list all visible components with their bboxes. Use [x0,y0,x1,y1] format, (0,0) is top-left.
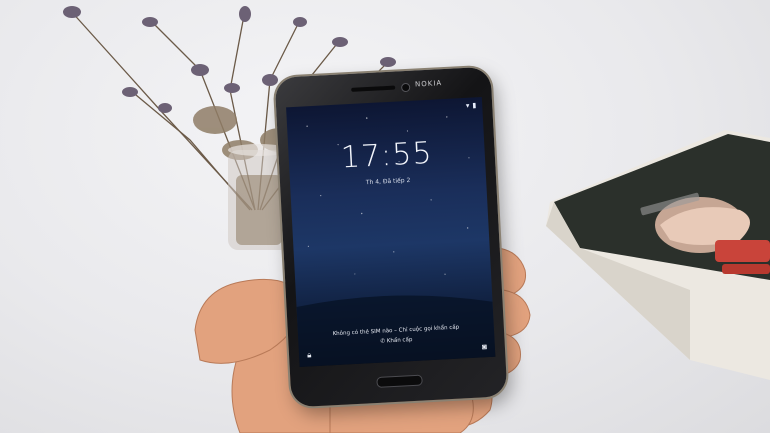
photo-scene: NOKIA ▾ ▮ 17:55 Th 4, Đã tiếp 2 Không có… [0,0,770,433]
status-bar: ▾ ▮ [466,101,477,110]
brand-logo: NOKIA [414,79,443,89]
camera-icon[interactable]: ◙ [482,342,487,351]
smartphone: NOKIA ▾ ▮ 17:55 Th 4, Đã tiếp 2 Không có… [274,66,508,408]
wifi-icon: ▾ [465,102,470,110]
battery-icon: ▮ [472,102,477,110]
front-camera [400,82,411,93]
home-button[interactable] [376,374,423,388]
earpiece-speaker [351,85,396,92]
lock-screen[interactable]: ▾ ▮ 17:55 Th 4, Đã tiếp 2 Không có thẻ S… [286,97,496,367]
lock-icon[interactable]: 🔒︎ [307,350,312,360]
